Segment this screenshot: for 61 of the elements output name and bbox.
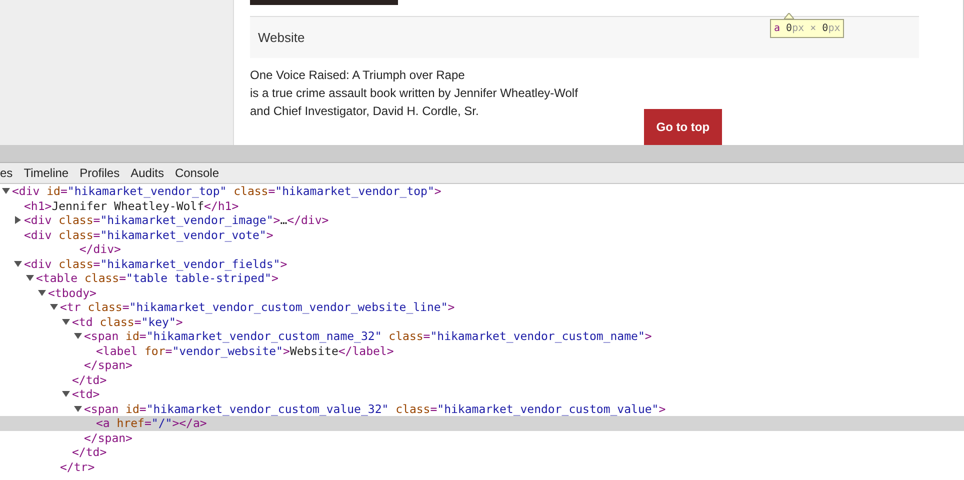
- tree-row[interactable]: <span id="hikamarket_vendor_custom_value_32" class="hikamarket_vendor_custom_value">: [0, 402, 964, 416]
- tree-row[interactable]: </div>: [0, 242, 964, 256]
- code-line: </tr>: [60, 460, 95, 474]
- code-line: <a href="/"></a>: [96, 416, 207, 430]
- triangle-down-icon[interactable]: [38, 288, 46, 297]
- code-line: <span id="hikamarket_vendor_custom_value_32" class="hikamarket_vendor_custom_value">: [84, 402, 666, 416]
- code-line: <div class="hikamarket_vendor_vote">: [24, 228, 274, 242]
- tooltip-pointer-icon: [784, 13, 794, 19]
- code-line: <tbody>: [48, 286, 96, 300]
- devtools-tab[interactable]: Timeline: [24, 166, 74, 180]
- description-text: is a true crime assault book written by Jennifer Wheatley-Wolf: [250, 85, 578, 102]
- triangle-down-icon[interactable]: [74, 404, 82, 413]
- triangle-down-icon[interactable]: [74, 332, 82, 340]
- tree-row[interactable]: <tr class="hikamarket_vendor_custom_vendor_website_line">: [0, 300, 964, 314]
- code-line: <div id="hikamarket_vendor_top" class="hikamarket_vendor_top">: [12, 184, 442, 198]
- code-line: <td class="key">: [72, 314, 183, 329]
- tree-row[interactable]: <div id="hikamarket_vendor_top" class="hikamarket_vendor_top">: [0, 184, 964, 198]
- tree-row[interactable]: </td>: [0, 372, 964, 387]
- tree-row[interactable]: </span>: [0, 430, 964, 445]
- tree-row[interactable]: </td>: [0, 445, 964, 460]
- tree-row[interactable]: <td>: [0, 387, 964, 402]
- code-line: </span>: [84, 430, 132, 445]
- triangle-down-icon[interactable]: [62, 390, 70, 398]
- description-text: One Voice Raised: A Triumph over Rape: [250, 67, 466, 84]
- devtools-tab[interactable]: Audits: [130, 166, 169, 180]
- code-line: <h1>Jennifer Wheatley-Wolf</h1>: [24, 198, 239, 213]
- tree-row[interactable]: <div class="hikamarket_vendor_fields">: [0, 256, 964, 271]
- tree-row[interactable]: <a href="/"></a>: [0, 416, 964, 430]
- code-line: </div>: [78, 242, 121, 256]
- tree-row[interactable]: </tr>: [0, 460, 964, 474]
- tree-row[interactable]: <td class="key">: [0, 314, 964, 329]
- code-line: <label for="vendor_website">Website</label>: [96, 344, 394, 358]
- code-line: <tr class="hikamarket_vendor_custom_vendor_website_line">: [60, 300, 455, 314]
- triangle-down-icon[interactable]: [26, 274, 34, 282]
- code-line: <table class="table table-striped">: [36, 271, 278, 286]
- tree-row[interactable]: <div class="hikamarket_vendor_image">…</div>: [0, 213, 964, 228]
- code-line: <span id="hikamarket_vendor_custom_name_32" class="hikamarket_vendor_custom_name">: [84, 329, 652, 344]
- triangle-down-icon[interactable]: [14, 260, 22, 268]
- field-label: Website: [258, 30, 305, 45]
- code-line: </span>: [84, 358, 132, 372]
- code-line: <div class="hikamarket_vendor_fields">: [24, 256, 288, 271]
- tree-row[interactable]: <h1>Jennifer Wheatley-Wolf</h1>: [0, 198, 964, 213]
- code-line: </td>: [72, 372, 107, 387]
- tree-row[interactable]: <label for="vendor_website">Website</label>: [0, 344, 964, 358]
- devtools-tab[interactable]: es: [0, 166, 18, 180]
- triangle-down-icon[interactable]: [50, 303, 58, 312]
- description-text: and Chief Investigator, David H. Cordle, Sr.: [250, 103, 480, 120]
- devtools-tab[interactable]: Profiles: [80, 166, 125, 180]
- tree-row[interactable]: <span id="hikamarket_vendor_custom_name_32" class="hikamarket_vendor_custom_name">: [0, 329, 964, 344]
- devtools-tab[interactable]: Console: [174, 166, 224, 180]
- code-line: <div class="hikamarket_vendor_image">…</div>: [24, 213, 329, 228]
- go-to-top-button[interactable]: Go to top: [644, 109, 722, 145]
- tree-row[interactable]: </span>: [0, 358, 964, 372]
- code-line: </td>: [72, 445, 107, 460]
- code-line: <td>: [72, 387, 100, 402]
- tree-row[interactable]: <div class="hikamarket_vendor_vote">: [0, 228, 964, 242]
- triangle-down-icon[interactable]: [2, 187, 10, 196]
- triangle-right-icon[interactable]: [14, 216, 22, 224]
- triangle-down-icon[interactable]: [62, 318, 70, 326]
- tree-row[interactable]: <table class="table table-striped">: [0, 271, 964, 286]
- tree-row[interactable]: <tbody>: [0, 286, 964, 300]
